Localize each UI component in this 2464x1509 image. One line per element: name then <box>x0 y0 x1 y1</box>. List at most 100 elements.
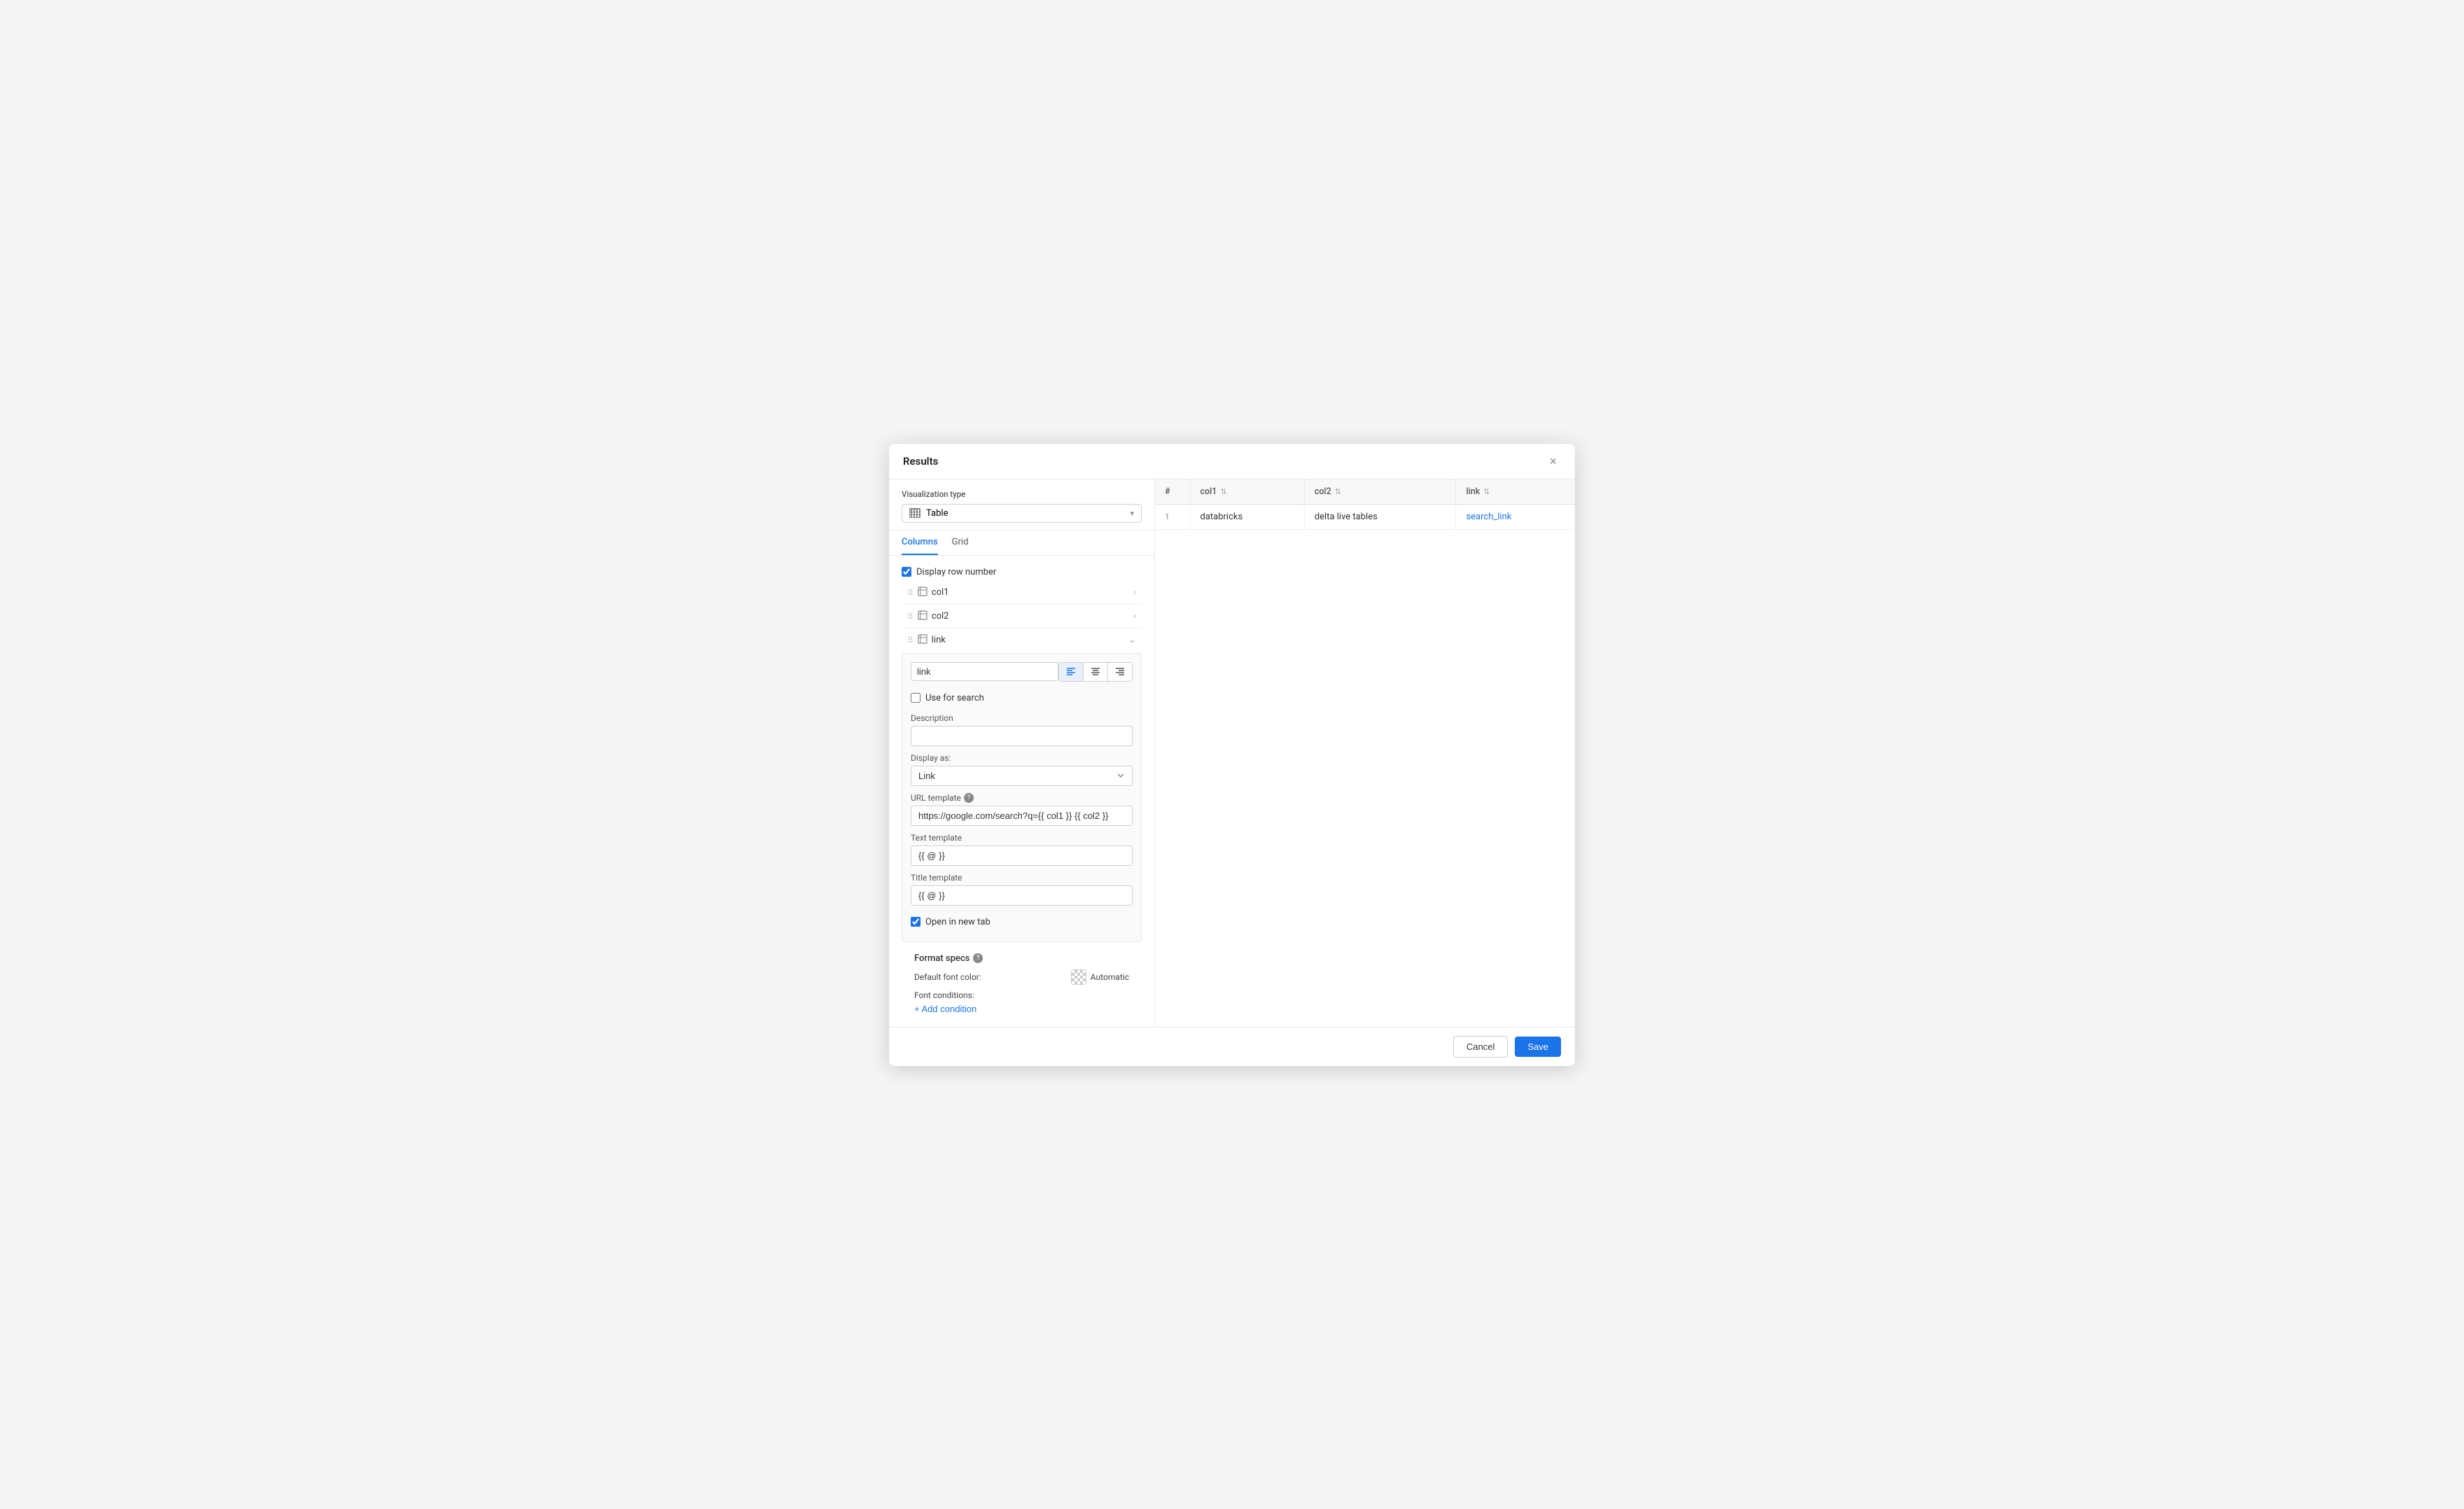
open-in-new-tab-row: Open in new tab <box>911 913 1133 932</box>
column-item-col2[interactable]: ⠿ col2 › <box>902 605 1142 629</box>
default-font-color-label: Default font color: <box>914 972 981 982</box>
title-template-label: Title template <box>911 873 1133 883</box>
col1-name: col1 <box>932 587 949 598</box>
column-item-link-container: ⠿ link ⌄ <box>902 629 1142 942</box>
chevron-down-icon: ▾ <box>1130 509 1134 518</box>
format-specs-help-icon[interactable]: ? <box>973 953 983 963</box>
display-row-number-row: Display row number <box>902 563 1142 582</box>
table-icon <box>909 508 920 518</box>
align-center-button[interactable] <box>1084 663 1108 681</box>
text-template-input[interactable] <box>911 845 1133 866</box>
viz-type-value: Table <box>926 508 948 519</box>
col2-cell: delta live tables <box>1304 504 1456 529</box>
link-column-settings: Use for search Description Display as: L… <box>902 653 1142 942</box>
drag-handle-col2: ⠿ <box>907 612 913 622</box>
link-col-name-input[interactable] <box>911 662 1058 681</box>
col1-cell: databricks <box>1190 504 1304 529</box>
link-value[interactable]: search_link <box>1466 512 1511 522</box>
col-header-link-label: link <box>1466 486 1480 497</box>
cancel-button[interactable]: Cancel <box>1453 1036 1508 1058</box>
col-header-num-label: # <box>1165 486 1170 497</box>
format-specs-label: Format specs <box>914 953 969 964</box>
url-template-input[interactable] <box>911 806 1133 826</box>
table-row: 1 databricks delta live tables search_li… <box>1155 504 1575 529</box>
col2-name: col2 <box>932 611 949 622</box>
sort-icon-link: ⇅ <box>1483 487 1490 496</box>
description-input[interactable] <box>911 726 1133 746</box>
display-as-select[interactable]: Link Plain text Image <box>911 766 1133 786</box>
drag-handle-col1: ⠿ <box>907 588 913 598</box>
col-header-num: # <box>1155 479 1190 505</box>
col-header-col1: col1 ⇅ <box>1190 479 1304 505</box>
default-font-color-row: Default font color: Automatic <box>914 969 1129 985</box>
title-template-group: Title template <box>911 873 1133 906</box>
font-conditions-label: Font conditions: <box>914 990 1129 1000</box>
open-in-new-tab-label: Open in new tab <box>925 917 990 927</box>
display-as-label: Display as: <box>911 753 1133 763</box>
align-left-button[interactable] <box>1059 663 1084 681</box>
display-row-number-label: Display row number <box>916 567 996 577</box>
tab-columns[interactable]: Columns <box>902 531 938 555</box>
drag-handle-link: ⠿ <box>907 636 913 645</box>
modal-title: Results <box>903 455 938 468</box>
results-modal: Results × Visualization type Table ▾ Col… <box>889 444 1575 1066</box>
description-group: Description <box>911 713 1133 746</box>
link-col-expand-header <box>911 662 1133 682</box>
col-header-col2-label: col2 <box>1315 486 1331 497</box>
use-for-search-row: Use for search <box>911 689 1133 708</box>
sort-icon-col2: ⇅ <box>1335 487 1341 496</box>
col-header-col2: col2 ⇅ <box>1304 479 1456 505</box>
color-swatch-label: Automatic <box>1091 972 1129 982</box>
open-in-new-tab-checkbox[interactable] <box>911 917 920 927</box>
align-buttons <box>1058 662 1133 682</box>
swatch-box <box>1071 969 1086 985</box>
url-template-group: URL template ? <box>911 793 1133 826</box>
close-button[interactable]: × <box>1545 454 1561 469</box>
modal-body: Visualization type Table ▾ Columns Grid <box>889 479 1575 1027</box>
add-condition-button[interactable]: + Add condition <box>914 1004 976 1014</box>
modal-header: Results × <box>889 444 1575 479</box>
save-button[interactable]: Save <box>1515 1037 1561 1057</box>
col1-value: databricks <box>1200 512 1243 522</box>
format-specs-section: Format specs ? Default font color: Autom… <box>902 948 1142 1020</box>
right-panel: # col1 ⇅ col2 ⇅ <box>1155 479 1575 1027</box>
url-template-label: URL template <box>911 793 961 803</box>
col-header-link: link ⇅ <box>1456 479 1575 505</box>
row-num: 1 <box>1165 512 1170 521</box>
align-right-button[interactable] <box>1108 663 1132 681</box>
url-template-label-row: URL template ? <box>911 793 1133 803</box>
columns-section: Display row number ⠿ col1 <box>889 556 1154 1027</box>
chevron-right-icon-col1: › <box>1133 587 1136 598</box>
use-for-search-label: Use for search <box>925 693 984 703</box>
format-specs-header: Format specs ? <box>914 953 1129 964</box>
column-item-col1[interactable]: ⠿ col1 › <box>902 582 1142 605</box>
url-template-help-icon[interactable]: ? <box>964 793 974 803</box>
column-item-link[interactable]: ⠿ link ⌄ <box>902 629 1142 652</box>
row-num-cell: 1 <box>1155 504 1190 529</box>
text-template-label: Text template <box>911 833 1133 843</box>
tab-grid[interactable]: Grid <box>952 531 969 555</box>
viz-type-select[interactable]: Table ▾ <box>902 504 1142 523</box>
col2-value: delta live tables <box>1315 512 1378 522</box>
preview-table: # col1 ⇅ col2 ⇅ <box>1155 479 1575 530</box>
display-row-number-checkbox[interactable] <box>902 567 911 577</box>
link-cell[interactable]: search_link <box>1456 504 1575 529</box>
sort-icon-col1: ⇅ <box>1220 487 1226 496</box>
tab-bar: Columns Grid <box>889 531 1154 556</box>
text-template-group: Text template <box>911 833 1133 866</box>
title-template-input[interactable] <box>911 885 1133 906</box>
col-type-icon-col2 <box>918 610 927 623</box>
col-type-icon-col1 <box>918 587 927 599</box>
chevron-down-icon-link: ⌄ <box>1128 635 1136 645</box>
color-swatch[interactable]: Automatic <box>1071 969 1129 985</box>
modal-footer: Cancel Save <box>889 1027 1575 1066</box>
viz-type-label: Visualization type <box>902 489 1142 499</box>
chevron-right-icon-col2: › <box>1133 611 1136 622</box>
left-panel: Visualization type Table ▾ Columns Grid <box>889 479 1155 1027</box>
link-col-name: link <box>932 635 946 645</box>
display-as-group: Display as: Link Plain text Image <box>911 753 1133 786</box>
description-label: Description <box>911 713 1133 723</box>
col-header-col1-label: col1 <box>1200 486 1217 497</box>
viz-type-section: Visualization type Table ▾ <box>889 479 1154 531</box>
use-for-search-checkbox[interactable] <box>911 693 920 703</box>
